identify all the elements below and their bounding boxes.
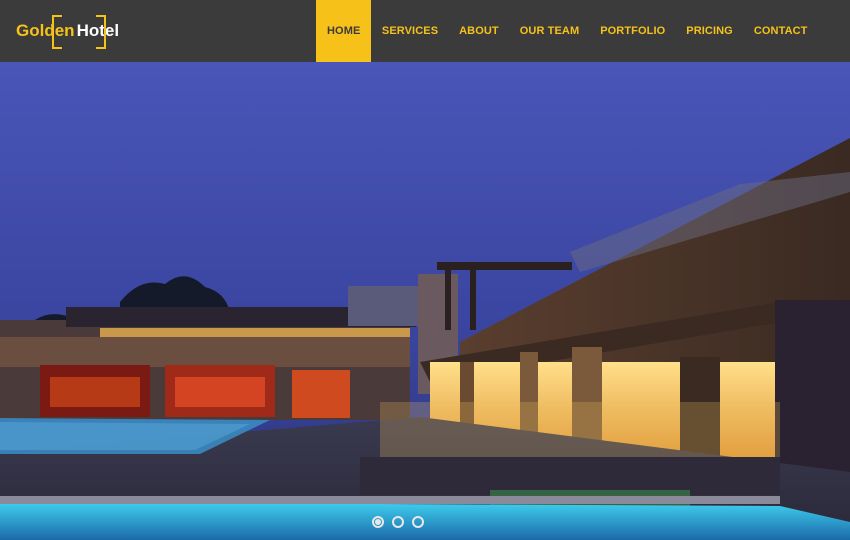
logo-bracket-left-icon xyxy=(52,15,62,49)
nav-item-pricing[interactable]: PRICING xyxy=(676,0,744,62)
brand-word-1: Golden xyxy=(16,21,75,40)
slider-dot-3[interactable] xyxy=(412,516,424,528)
nav-item-our-team[interactable]: OUR TEAM xyxy=(509,0,589,62)
hero-slider xyxy=(0,62,850,540)
nav-item-services[interactable]: SERVICES xyxy=(371,0,448,62)
brand-logo[interactable]: Golden Hotel xyxy=(16,15,119,49)
nav-item-about[interactable]: ABOUT xyxy=(449,0,510,62)
slider-pagination xyxy=(372,516,424,528)
slider-dot-2[interactable] xyxy=(392,516,404,528)
nav-item-contact[interactable]: CONTACT xyxy=(743,0,818,62)
main-nav: HOME SERVICES ABOUT OUR TEAM PORTFOLIO P… xyxy=(316,0,818,62)
nav-item-home[interactable]: HOME xyxy=(316,0,372,62)
slider-dot-active-icon xyxy=(375,519,381,525)
nav-item-portfolio[interactable]: PORTFOLIO xyxy=(590,0,676,62)
top-navbar: Golden Hotel HOME SERVICES ABOUT OUR TEA… xyxy=(0,0,850,62)
logo-bracket-right-icon xyxy=(96,15,106,49)
slider-dot-1[interactable] xyxy=(372,516,384,528)
hero-image-hotel-night xyxy=(0,62,850,540)
